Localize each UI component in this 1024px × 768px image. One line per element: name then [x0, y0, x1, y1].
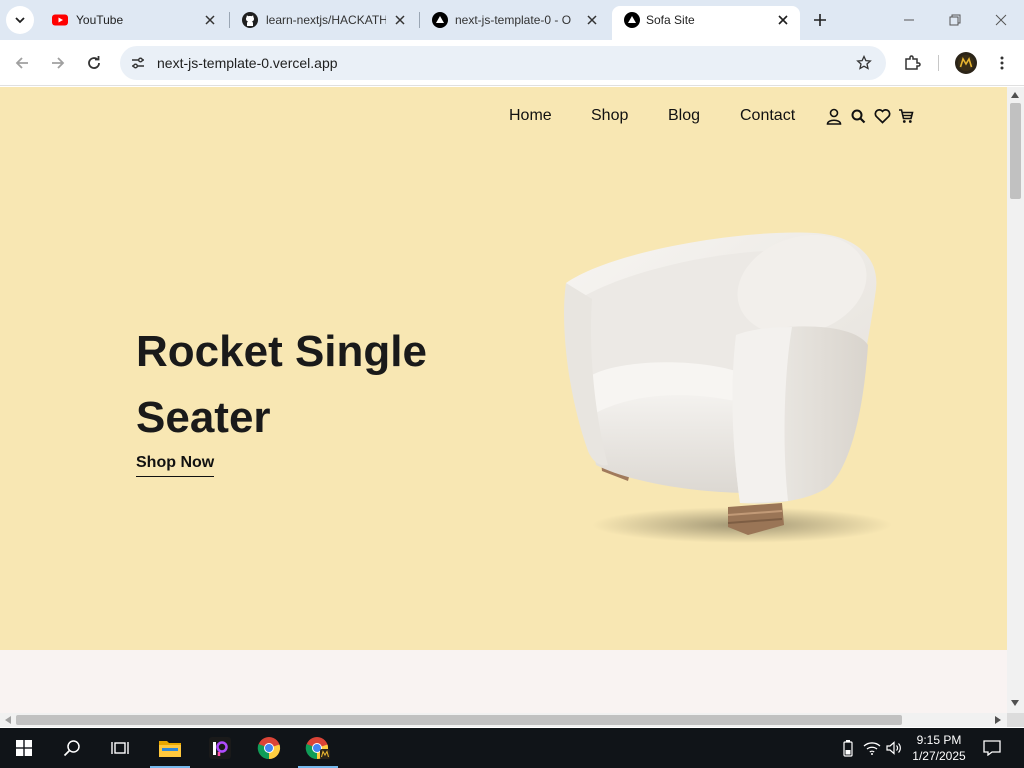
- nav-link-home[interactable]: Home: [509, 107, 552, 125]
- address-bar[interactable]: next-js-template-0.vercel.app: [120, 46, 886, 80]
- scroll-right-arrow-icon[interactable]: [992, 714, 1004, 726]
- picsart-button[interactable]: [196, 728, 244, 768]
- battery-icon[interactable]: [838, 738, 858, 758]
- arrow-left-icon: [15, 57, 28, 69]
- new-tab-button[interactable]: [808, 8, 832, 32]
- close-icon[interactable]: [584, 12, 600, 28]
- restore-button[interactable]: [943, 8, 967, 32]
- vertical-scroll-thumb[interactable]: [1010, 103, 1021, 199]
- url-text[interactable]: next-js-template-0.vercel.app: [157, 55, 338, 71]
- search-icon[interactable]: [849, 107, 867, 125]
- arrow-right-icon: [52, 57, 65, 69]
- tab-sofa-site[interactable]: Sofa Site: [612, 6, 800, 40]
- cart-icon[interactable]: [897, 107, 915, 125]
- hero-title: Rocket Single Seater: [136, 327, 427, 442]
- youtube-icon: [52, 14, 68, 26]
- minimize-button[interactable]: [897, 8, 921, 32]
- horizontal-scrollbar[interactable]: [0, 713, 1007, 727]
- chevron-down-icon: [15, 17, 25, 24]
- start-button[interactable]: [0, 728, 48, 768]
- close-icon[interactable]: [775, 12, 791, 28]
- browser-menu-button[interactable]: [988, 49, 1016, 77]
- browser-toolbar: next-js-template-0.vercel.app: [0, 40, 1024, 86]
- file-explorer-button[interactable]: [146, 728, 194, 768]
- wifi-icon[interactable]: [862, 738, 882, 758]
- heart-icon[interactable]: [873, 107, 891, 125]
- vertical-scrollbar[interactable]: [1007, 87, 1024, 713]
- shop-now-link[interactable]: Shop Now: [136, 454, 215, 477]
- reload-button[interactable]: [80, 49, 108, 77]
- page-viewport: Home Shop Blog Contact Rocket Single Sea…: [0, 87, 1007, 713]
- github-icon: [242, 12, 258, 28]
- vercel-icon: [624, 12, 640, 28]
- horizontal-scroll-thumb[interactable]: [16, 715, 902, 725]
- system-clock[interactable]: 9:15 PM 1/27/2025: [908, 732, 970, 764]
- tab-title: next-js-template-0 - O: [455, 13, 572, 27]
- file-explorer-icon: [159, 741, 181, 757]
- reload-icon: [88, 56, 100, 69]
- search-icon: [63, 740, 80, 757]
- scroll-left-arrow-icon[interactable]: [2, 714, 14, 726]
- close-icon: [995, 14, 1007, 26]
- hero-section: Home Shop Blog Contact Rocket Single Sea…: [0, 87, 1007, 650]
- nav-link-contact[interactable]: Contact: [740, 107, 795, 125]
- tab-title: learn-nextjs/HACKATH: [266, 13, 386, 27]
- tab-github[interactable]: learn-nextjs/HACKATH: [230, 0, 418, 40]
- chrome-profile-button[interactable]: [294, 728, 342, 768]
- task-view-icon: [111, 742, 129, 754]
- close-icon[interactable]: [392, 12, 408, 28]
- site-settings-icon[interactable]: [128, 53, 148, 73]
- close-window-button[interactable]: [989, 8, 1013, 32]
- close-icon[interactable]: [202, 12, 218, 28]
- profile-logo-icon: [958, 55, 974, 71]
- browser-tab-strip: YouTube learn-nextjs/HACKATH next-js-tem…: [0, 0, 1024, 40]
- vercel-icon: [432, 12, 448, 28]
- scroll-up-arrow-icon[interactable]: [1009, 89, 1021, 101]
- armchair-image: [564, 232, 892, 543]
- taskbar-search-button[interactable]: [48, 728, 96, 768]
- clock-time: 9:15 PM: [916, 733, 962, 747]
- forward-button[interactable]: [44, 49, 72, 77]
- windows-taskbar: 9:15 PM 1/27/2025: [0, 728, 1024, 768]
- plus-icon: [814, 14, 826, 26]
- chrome-profile-icon: [305, 737, 330, 760]
- windows-start-icon: [16, 740, 32, 756]
- toolbar-divider: [938, 55, 939, 71]
- minimize-icon: [904, 19, 914, 21]
- tab-next-template[interactable]: next-js-template-0 - O: [420, 0, 610, 40]
- chrome-icon: [257, 737, 281, 760]
- tab-search-button[interactable]: [6, 6, 34, 34]
- volume-icon[interactable]: [885, 738, 905, 758]
- bookmark-star-icon[interactable]: [854, 53, 874, 73]
- task-view-button[interactable]: [96, 728, 144, 768]
- tab-title: Sofa Site: [646, 13, 695, 27]
- kebab-menu-icon: [1000, 56, 1004, 70]
- clock-date: 1/27/2025: [912, 749, 966, 763]
- restore-icon: [949, 14, 961, 26]
- nav-link-blog[interactable]: Blog: [668, 107, 700, 125]
- profile-avatar[interactable]: [955, 52, 977, 74]
- chrome-button[interactable]: [245, 728, 293, 768]
- nav-link-shop[interactable]: Shop: [591, 107, 628, 125]
- tab-title: YouTube: [76, 13, 124, 27]
- user-icon[interactable]: [825, 107, 843, 125]
- extensions-button[interactable]: [898, 49, 926, 77]
- puzzle-icon: [905, 55, 921, 70]
- scrollbar-corner: [1007, 713, 1024, 727]
- picsart-icon: [209, 737, 231, 759]
- tab-youtube[interactable]: YouTube: [40, 0, 228, 40]
- notification-center-icon[interactable]: [982, 738, 1002, 758]
- back-button[interactable]: [8, 49, 36, 77]
- scroll-down-arrow-icon[interactable]: [1009, 697, 1021, 709]
